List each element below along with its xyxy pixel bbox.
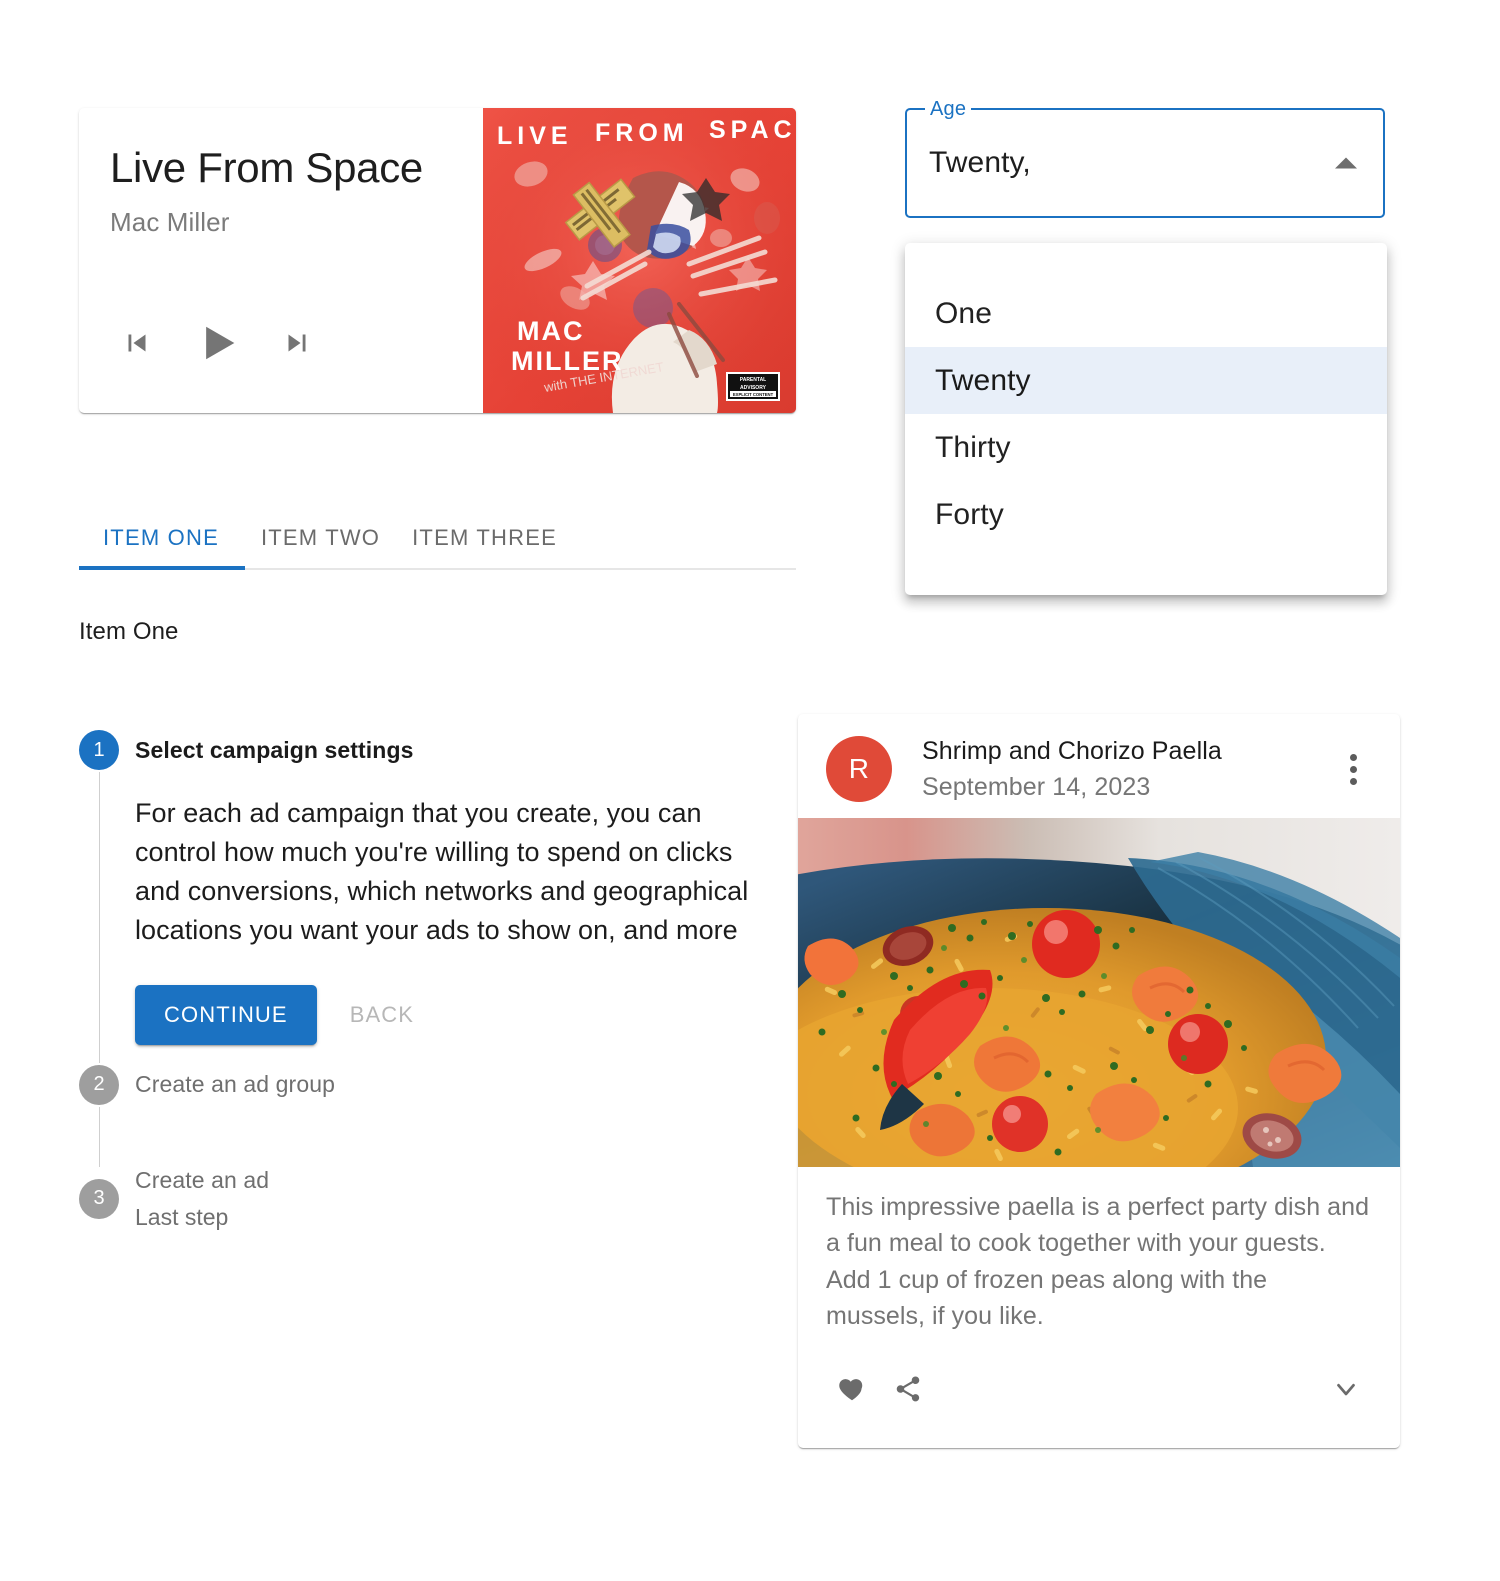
age-select-label: Age — [925, 96, 972, 122]
campaign-stepper: 1 Select campaign settings For each ad c… — [79, 728, 769, 1231]
menu-option-thirty[interactable]: Thirty — [905, 414, 1387, 481]
back-button: BACK — [323, 985, 441, 1045]
step-2-labels: Create an ad group — [135, 1071, 335, 1098]
step-2-connector — [99, 1106, 769, 1167]
chevron-down-icon — [1331, 1374, 1361, 1407]
step-2-header[interactable]: 2 Create an ad group — [79, 1063, 769, 1107]
svg-text:PARENTAL: PARENTAL — [740, 377, 766, 383]
tab-item-one[interactable]: ITEM ONE — [79, 508, 245, 570]
step-1-labels: Select campaign settings — [135, 737, 414, 764]
music-details: Live From Space Mac Miller — [79, 108, 483, 413]
age-select-field[interactable]: Age Twenty, — [905, 96, 1385, 218]
album-art: LIVE FROM SPACE MAC MILLER with THE INTE… — [483, 108, 796, 413]
menu-option-twenty[interactable]: Twenty — [905, 347, 1387, 414]
stepper-step-2: 2 Create an ad group — [79, 1063, 769, 1167]
step-1-body-text: For each ad campaign that you create, yo… — [135, 798, 749, 946]
album-cover-image: LIVE FROM SPACE MAC MILLER with THE INTE… — [483, 108, 796, 413]
more-dot-2 — [1349, 765, 1357, 773]
skip-previous-button[interactable] — [105, 319, 169, 367]
age-select[interactable]: Age Twenty, — [905, 96, 1385, 218]
tab-item-two[interactable]: ITEM TWO — [245, 508, 396, 568]
step-3-optional-label: Last step — [135, 1203, 229, 1230]
paella-photo — [798, 818, 1400, 1167]
menu-option-one[interactable]: One — [905, 280, 1387, 347]
favorite-button[interactable] — [824, 1366, 880, 1414]
recipe-title: Shrimp and Chorizo Paella — [922, 736, 1222, 765]
age-select-value: Twenty, — [929, 146, 1031, 179]
more-dot-3 — [1349, 777, 1357, 785]
tab-item-three[interactable]: ITEM THREE — [396, 508, 573, 568]
play-arrow-icon — [191, 317, 243, 369]
music-transport-controls — [105, 319, 329, 367]
recipe-card: R Shrimp and Chorizo Paella September 14… — [798, 714, 1400, 1448]
age-select-menu[interactable]: One Twenty Thirty Forty — [905, 243, 1387, 595]
stepper-step-1: 1 Select campaign settings For each ad c… — [79, 728, 769, 1063]
step-1-title: Select campaign settings — [135, 736, 414, 763]
heart-icon — [837, 1374, 867, 1407]
tab-panel-content: Item One — [79, 618, 179, 645]
skip-next-icon — [280, 326, 314, 360]
tab-row: ITEM ONE ITEM TWO ITEM THREE — [79, 508, 796, 570]
step-3-title: Create an ad — [135, 1166, 270, 1193]
menu-top-padding — [905, 252, 1387, 280]
more-dot-1 — [1349, 753, 1357, 761]
arrow-up-icon[interactable] — [1335, 157, 1357, 169]
step-1-content: For each ad campaign that you create, yo… — [99, 772, 769, 1063]
step-1-header[interactable]: 1 Select campaign settings — [79, 728, 769, 772]
share-icon — [893, 1374, 923, 1407]
step-2-title: Create an ad group — [135, 1071, 335, 1098]
avatar: R — [826, 736, 892, 802]
skip-next-button[interactable] — [265, 319, 329, 367]
more-vert-icon[interactable] — [1330, 746, 1376, 792]
recipe-card-actions — [798, 1340, 1400, 1448]
recipe-image — [798, 818, 1400, 1167]
svg-text:EXPLICIT CONTENT: EXPLICIT CONTENT — [733, 392, 774, 397]
step-3-labels: Create an ad Last step — [135, 1167, 269, 1231]
svg-text:ADVISORY: ADVISORY — [740, 385, 767, 391]
step-3-number-badge: 3 — [79, 1178, 119, 1219]
music-player-card: Live From Space Mac Miller LIVE FROM SPA… — [79, 108, 796, 413]
expand-button[interactable] — [1318, 1366, 1374, 1414]
recipe-description: This impressive paella is a perfect part… — [826, 1193, 1370, 1330]
share-button[interactable] — [880, 1366, 936, 1414]
skip-previous-icon — [120, 326, 154, 360]
svg-text:LIVE: LIVE — [497, 122, 573, 150]
recipe-date: September 14, 2023 — [922, 772, 1151, 801]
svg-text:MAC: MAC — [517, 316, 585, 346]
tabs-bar: ITEM ONE ITEM TWO ITEM THREE — [79, 508, 796, 570]
continue-button[interactable]: CONTINUE — [135, 984, 317, 1045]
menu-option-forty[interactable]: Forty — [905, 481, 1387, 548]
music-track-title: Live From Space — [110, 144, 423, 191]
menu-bottom-padding — [905, 548, 1387, 586]
play-button[interactable] — [169, 319, 265, 367]
step-3-header[interactable]: 3 Create an ad Last step — [79, 1167, 769, 1231]
stepper-step-3: 3 Create an ad Last step — [79, 1167, 769, 1231]
music-artist-name: Mac Miller — [110, 206, 230, 237]
recipe-card-header: R Shrimp and Chorizo Paella September 14… — [798, 714, 1400, 818]
step-1-actions: CONTINUE BACK — [135, 984, 769, 1045]
svg-text:SPACE: SPACE — [709, 116, 796, 144]
app-root: Live From Space Mac Miller LIVE FROM SPA… — [0, 0, 1500, 1581]
step-2-number-badge: 2 — [79, 1064, 119, 1105]
recipe-header-text: Shrimp and Chorizo Paella September 14, … — [922, 737, 1330, 802]
svg-text:FROM: FROM — [595, 119, 689, 147]
step-1-number-badge: 1 — [79, 730, 119, 770]
